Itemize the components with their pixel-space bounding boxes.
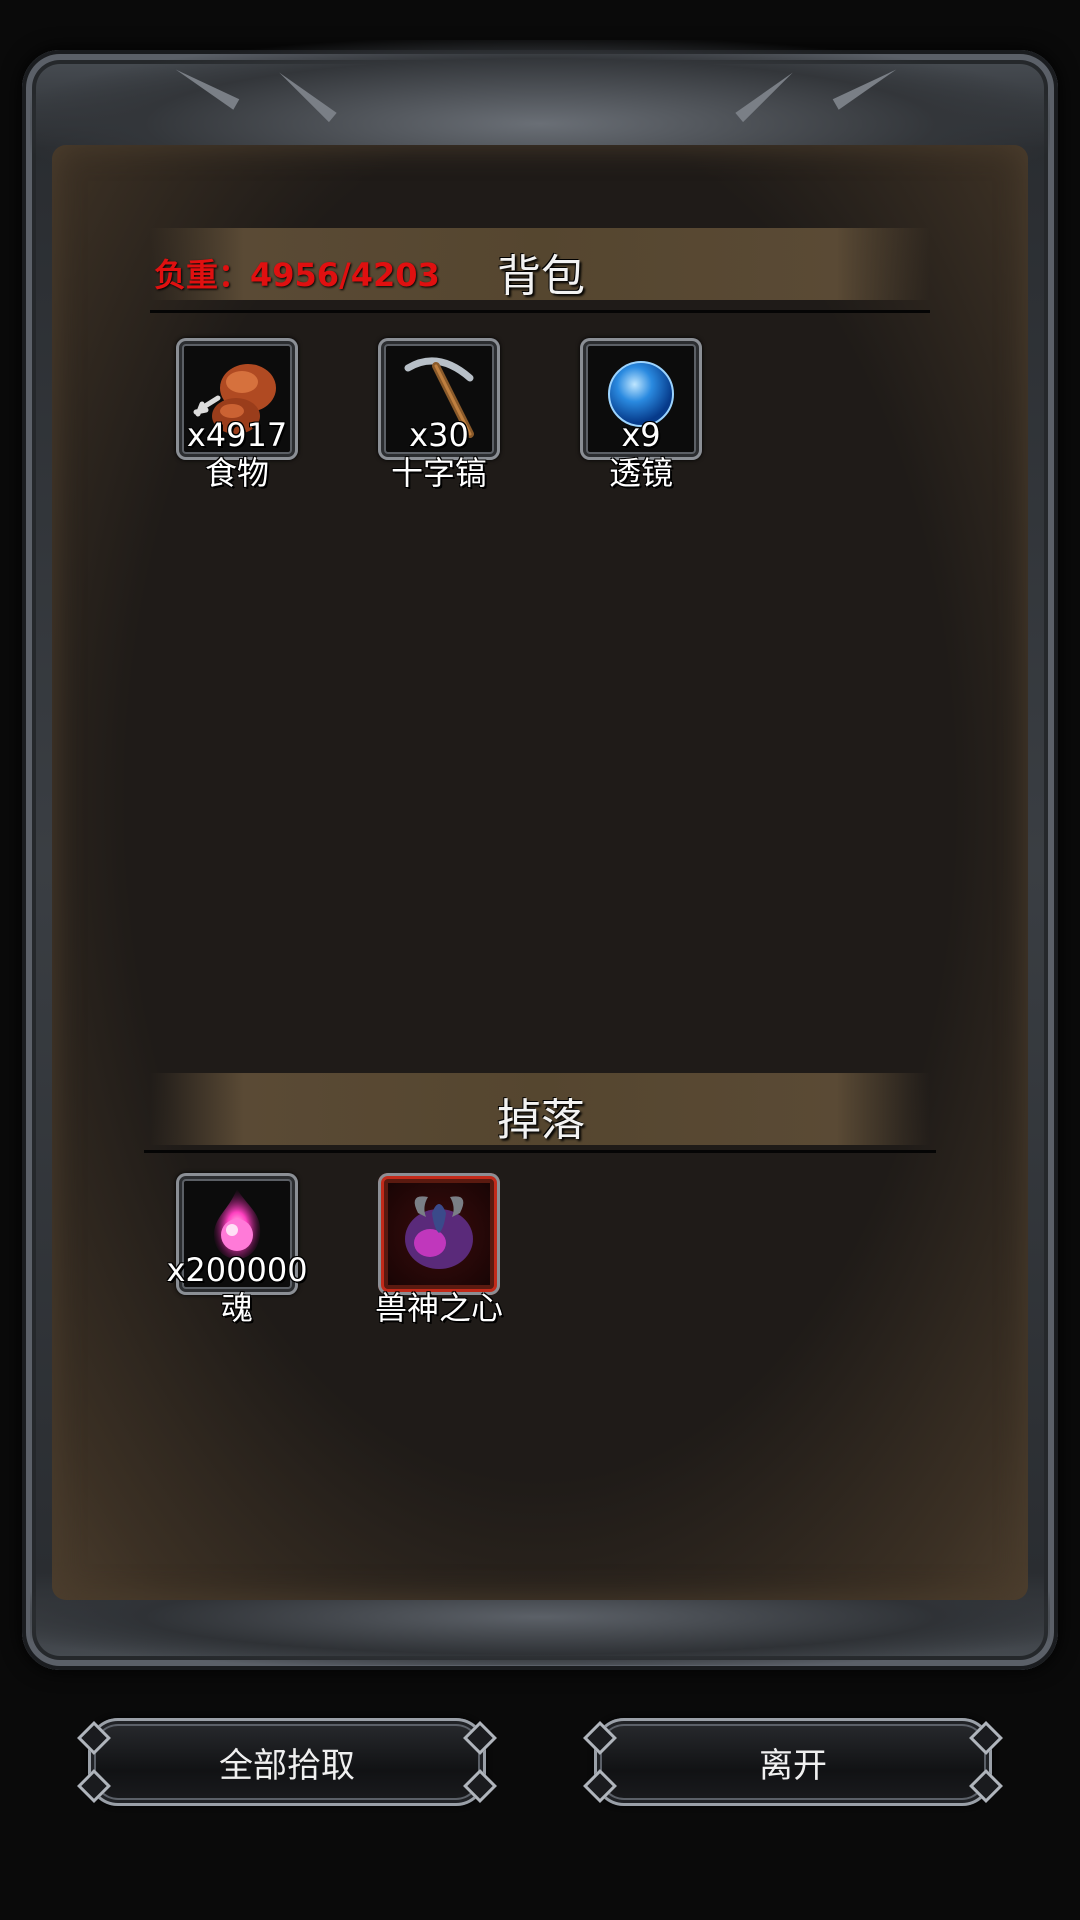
- button-corner-ornament: [463, 1769, 497, 1803]
- button-corner-ornament: [77, 1721, 111, 1755]
- button-corner-ornament: [463, 1721, 497, 1755]
- item-slot-beast-heart[interactable]: 兽神之心: [375, 1173, 503, 1327]
- button-corner-ornament: [969, 1769, 1003, 1803]
- leave-button[interactable]: 离开: [583, 1718, 1003, 1806]
- pickup-all-button[interactable]: 全部拾取: [77, 1718, 497, 1806]
- pickup-all-label: 全部拾取: [219, 1745, 355, 1786]
- weight-counter: 负重：4956/4203: [154, 256, 440, 294]
- button-corner-ornament: [77, 1769, 111, 1803]
- beast-heart-icon: [405, 1196, 473, 1269]
- button-corner-ornament: [583, 1721, 617, 1755]
- header-divider: [150, 310, 930, 313]
- backpack-title: 背包: [497, 251, 585, 302]
- item-name: 透镜: [608, 454, 673, 492]
- item-name: 食物: [204, 454, 269, 492]
- item-slot-food[interactable]: x4917 食物: [176, 338, 298, 492]
- button-corner-ornament: [969, 1721, 1003, 1755]
- item-name: 魂: [220, 1289, 253, 1327]
- item-slot-lens[interactable]: x9 透镜: [580, 338, 702, 492]
- header-divider: [144, 1150, 936, 1153]
- item-name: 兽神之心: [374, 1289, 503, 1327]
- item-slot-pickaxe[interactable]: x30 十字镐: [378, 338, 500, 492]
- item-name: 十字镐: [390, 454, 487, 492]
- leave-label: 离开: [759, 1745, 827, 1786]
- drops-title: 掉落: [497, 1095, 585, 1146]
- button-corner-ornament: [583, 1769, 617, 1803]
- item-slot-soul[interactable]: x200000 魂: [166, 1173, 308, 1327]
